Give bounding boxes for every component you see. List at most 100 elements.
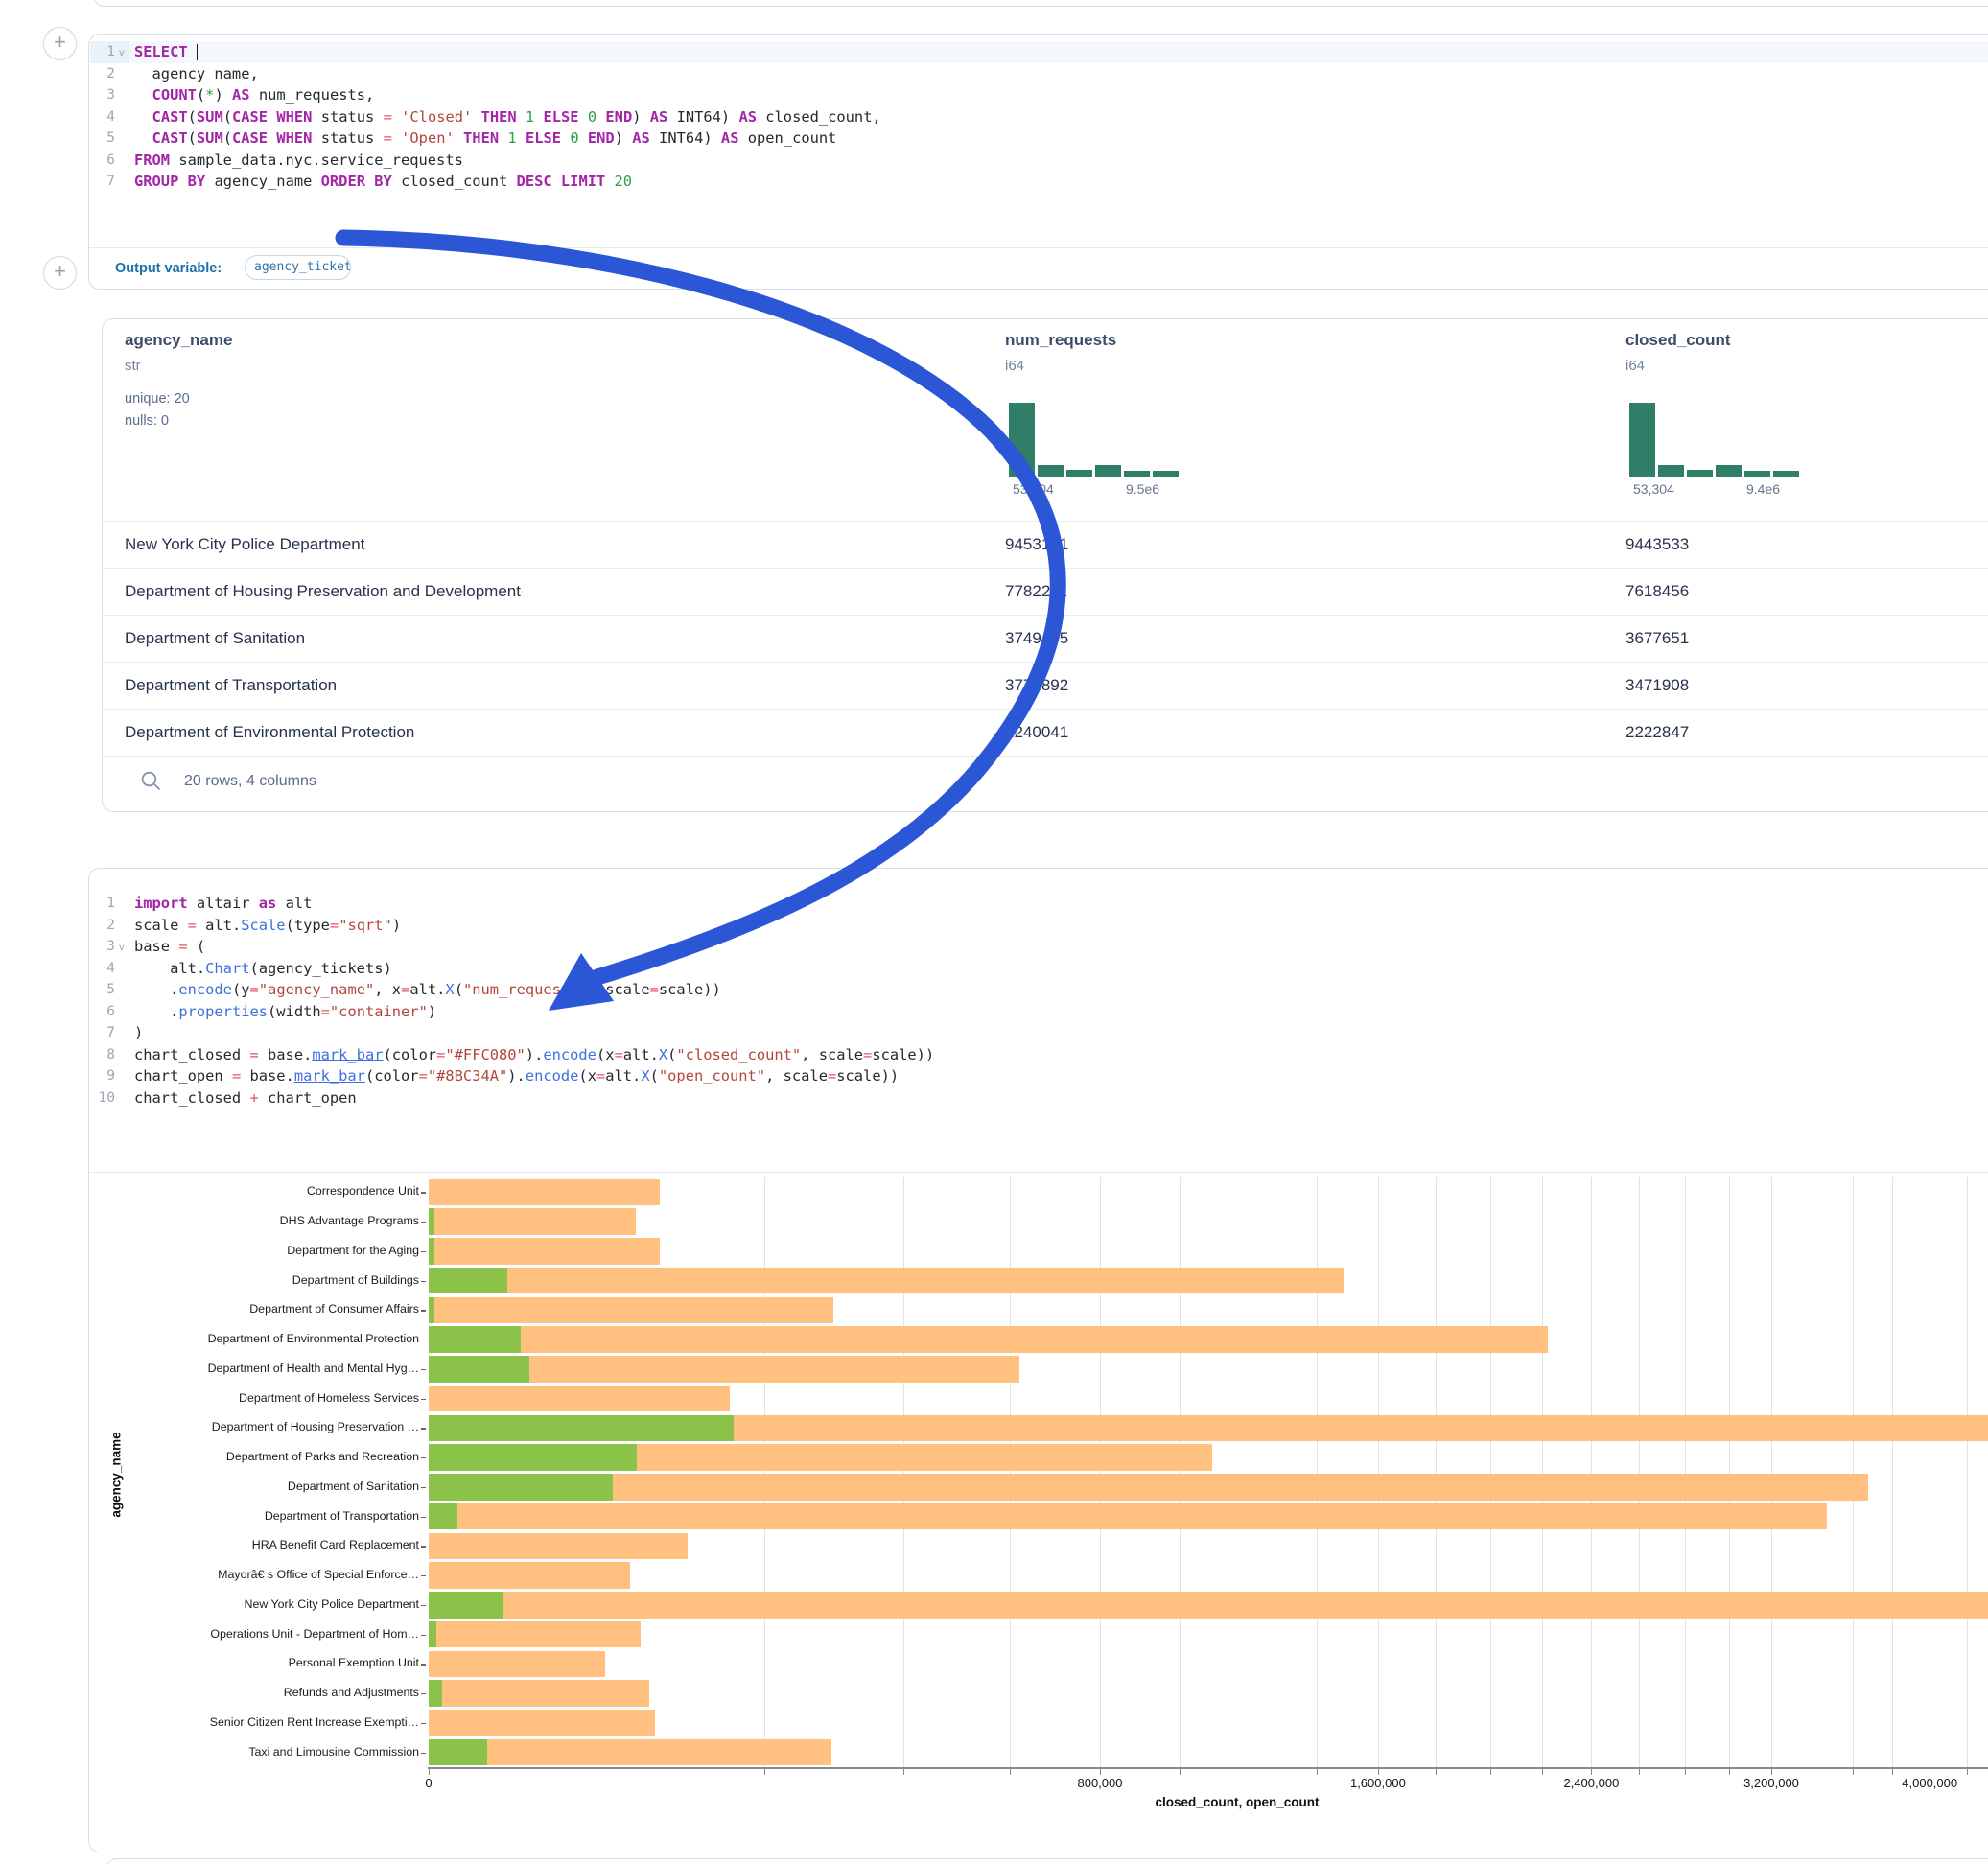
row-separator — [103, 568, 1988, 569]
line-number: 5 — [92, 979, 115, 1001]
row-separator — [103, 709, 1988, 710]
bar-closed — [429, 1386, 730, 1412]
histogram-max-label: 9.4e6 — [1746, 481, 1780, 497]
gridline — [1729, 1177, 1730, 1767]
column-header[interactable]: num_requests — [1005, 331, 1116, 350]
search-icon[interactable] — [140, 770, 163, 793]
code-line: CAST(SUM(CASE WHEN status = 'Open' THEN … — [134, 128, 836, 150]
next-cell-edge — [105, 1858, 1988, 1864]
column-type: i64 — [1005, 358, 1024, 374]
y-axis-category-label: Refunds and Adjustments — [0, 1686, 419, 1699]
bar-closed — [429, 1710, 655, 1736]
bar-closed — [429, 1238, 660, 1265]
x-axis-tick — [1639, 1769, 1640, 1775]
table-row-value: 2240041 — [1005, 723, 1068, 742]
table-row-value: 9443533 — [1625, 535, 1689, 554]
y-axis-category-label: Department of Parks and Recreation — [0, 1450, 419, 1463]
x-axis-tick — [1490, 1769, 1491, 1775]
y-axis-category-label: New York City Police Department — [0, 1597, 419, 1611]
y-axis-tick — [421, 1369, 426, 1370]
add-cell-button-output[interactable]: + — [43, 256, 77, 290]
y-axis-category-label: Department of Transportation — [0, 1509, 419, 1523]
table-footer-summary: 20 rows, 4 columns — [184, 773, 316, 790]
y-axis-category-label: Department of Health and Mental Hyg… — [0, 1362, 419, 1375]
line-number: 7 — [92, 1022, 115, 1044]
code-line: COUNT(*) AS num_requests, — [134, 84, 374, 106]
table-row-agency: New York City Police Department — [125, 535, 364, 554]
y-axis-tick — [421, 1192, 426, 1193]
line-number: 6 — [92, 150, 115, 172]
x-axis-tick — [1853, 1769, 1854, 1775]
code-line: .properties(width="container") — [134, 1001, 436, 1023]
chart-y-axis-title: agency_name — [109, 1432, 124, 1517]
bar-closed — [429, 1533, 688, 1560]
x-axis-tick — [1180, 1769, 1181, 1775]
line-number: 6 — [92, 1001, 115, 1023]
x-axis-tick — [1010, 1769, 1011, 1775]
x-axis-tick — [1685, 1769, 1686, 1775]
column-type: str — [125, 358, 141, 374]
line-number: 1 — [92, 893, 115, 915]
x-axis-tick — [1100, 1769, 1101, 1775]
line-number: 4 — [92, 106, 115, 128]
code-line: CAST(SUM(CASE WHEN status = 'Closed' THE… — [134, 106, 881, 128]
y-axis-tick — [421, 1517, 426, 1518]
gridline — [1892, 1177, 1893, 1767]
x-axis-tick — [429, 1769, 430, 1775]
table-row-value: 7782211 — [1005, 582, 1067, 601]
sql-output-separator — [89, 247, 1988, 248]
y-axis-category-label: Department of Housing Preservation … — [0, 1420, 419, 1433]
y-axis-category-label: Correspondence Unit — [0, 1184, 419, 1198]
y-axis-tick — [421, 1222, 426, 1223]
y-axis-category-label: Department of Homeless Services — [0, 1391, 419, 1405]
output-variable-chip[interactable]: agency_tickets — [245, 255, 351, 280]
active-line-highlight — [90, 41, 1988, 63]
bar-open — [429, 1297, 434, 1324]
column-header[interactable]: closed_count — [1625, 331, 1731, 350]
line-number: 2 — [92, 63, 115, 85]
histogram-bar — [1773, 471, 1799, 477]
code-line: ) — [134, 1022, 143, 1044]
bar-open — [429, 1474, 613, 1501]
histogram-bar — [1038, 465, 1064, 477]
histogram-bar — [1124, 471, 1150, 477]
column-stat: unique: 20 — [125, 391, 190, 407]
y-axis-tick — [421, 1487, 426, 1488]
x-axis-tick — [1967, 1769, 1968, 1775]
line-number: 4 — [92, 958, 115, 980]
y-axis-tick — [421, 1310, 426, 1311]
gridline — [1100, 1177, 1101, 1767]
x-axis-tick — [1542, 1769, 1543, 1775]
y-axis-tick — [421, 1664, 426, 1665]
histogram-max-label: 9.5e6 — [1126, 481, 1159, 497]
code-line: base = ( — [134, 936, 205, 958]
y-axis-category-label: Taxi and Limousine Commission — [0, 1745, 419, 1759]
fold-chevron-icon[interactable]: > — [110, 944, 132, 951]
output-variable-label: Output variable: — [115, 261, 222, 276]
y-axis-category-label: Operations Unit - Department of Hom… — [0, 1627, 419, 1641]
column-header[interactable]: agency_name — [125, 331, 232, 350]
histogram-bar — [1716, 465, 1742, 477]
add-cell-button-top[interactable]: + — [43, 27, 77, 60]
gridline — [1685, 1177, 1686, 1767]
x-axis-tick — [1771, 1769, 1772, 1775]
x-axis-tick — [1729, 1769, 1730, 1775]
gridline — [1180, 1177, 1181, 1767]
bar-closed — [429, 1680, 649, 1707]
bar-closed — [429, 1268, 1344, 1294]
table-row-value: 3774892 — [1005, 676, 1068, 695]
histogram-bar — [1629, 403, 1655, 477]
x-axis-tick — [1591, 1769, 1592, 1775]
bar-open — [429, 1268, 507, 1294]
y-axis-tick — [421, 1428, 426, 1429]
table-row-value: 3749485 — [1005, 629, 1068, 648]
x-axis-tick-label: 3,200,000 — [1743, 1776, 1799, 1790]
gridline — [1771, 1177, 1772, 1767]
previous-cell-edge — [93, 0, 1988, 7]
line-number: 3 — [92, 84, 115, 106]
line-number: 5 — [92, 128, 115, 150]
fold-chevron-icon[interactable]: > — [110, 50, 132, 57]
gridline — [1639, 1177, 1640, 1767]
table-row-agency: Department of Housing Preservation and D… — [125, 582, 521, 601]
bar-closed — [429, 1739, 831, 1766]
